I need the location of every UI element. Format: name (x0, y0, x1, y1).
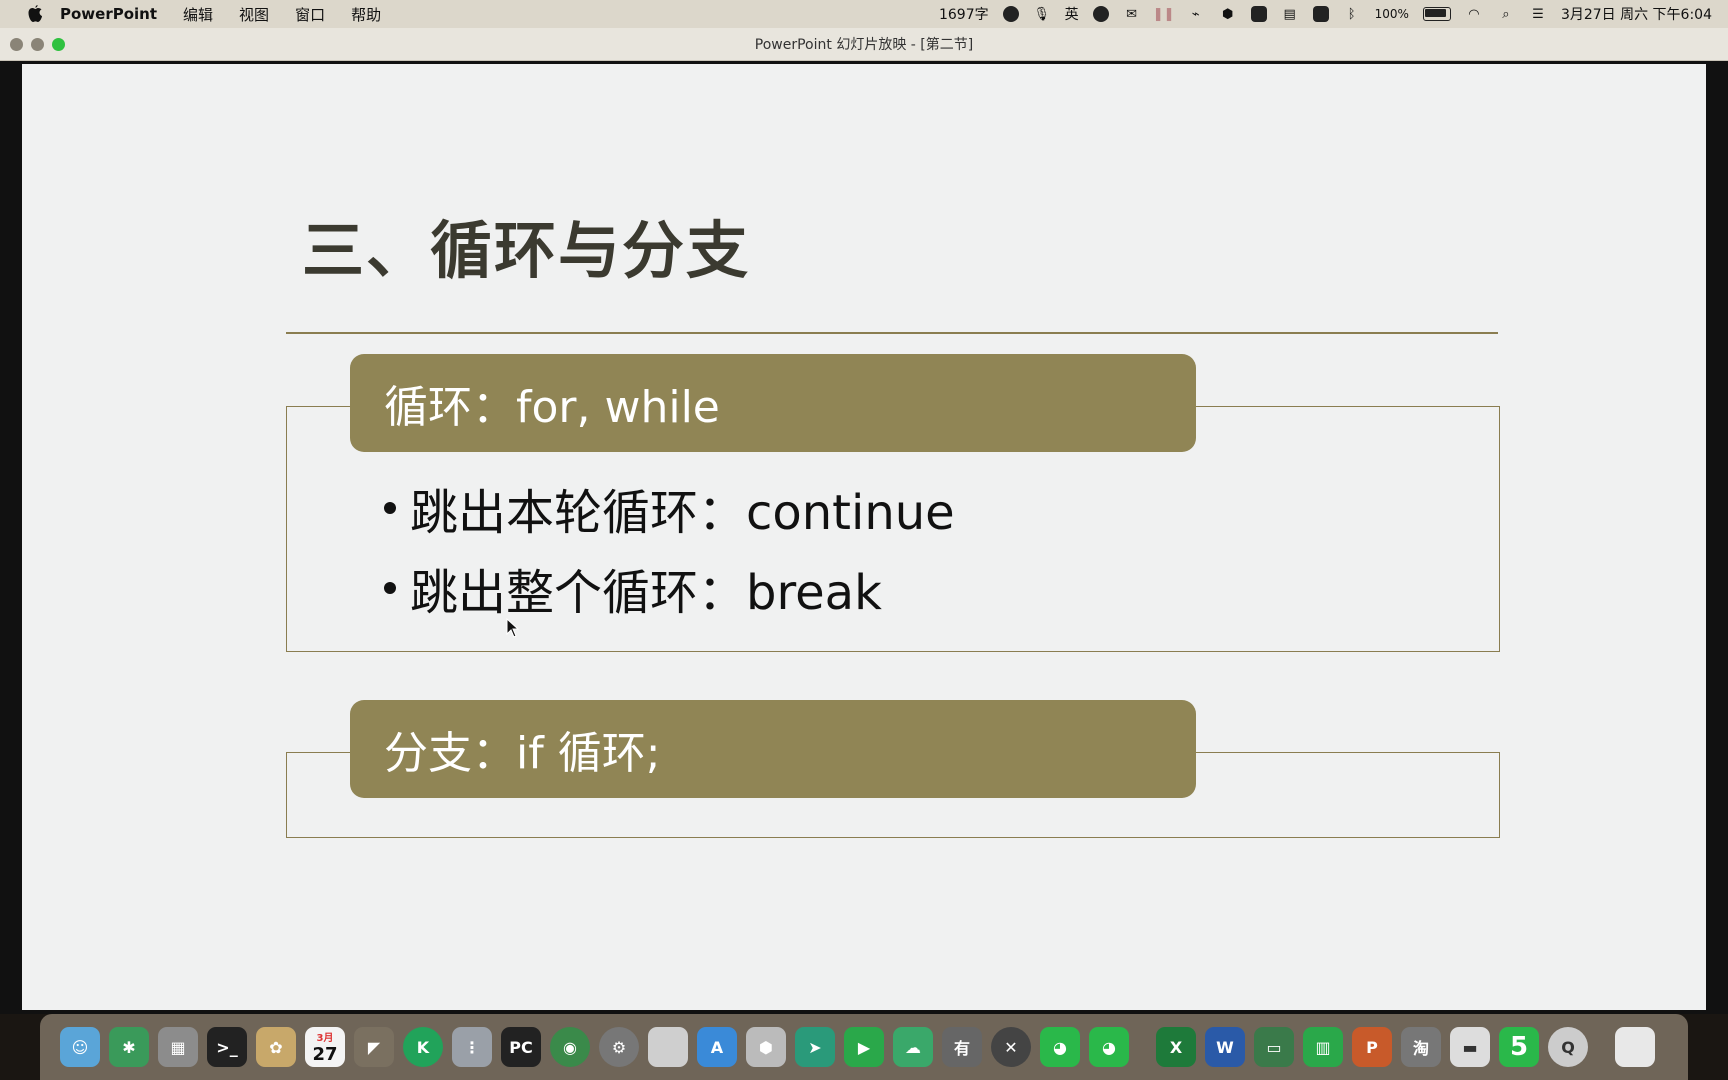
minimize-button[interactable] (31, 38, 44, 51)
hexagon-icon[interactable]: ⬢ (1219, 6, 1237, 22)
tencent-video-icon[interactable]: ▶ (844, 1027, 884, 1067)
wechat-icon[interactable]: ◕ (1040, 1027, 1080, 1067)
status-area: 1697字 🎙 英 ✉ ❚❚ ⌁ ⬢ ▤ ᛒ 100% ◠ ⌕ ☰ 3月27日 … (939, 0, 1712, 28)
dock: ☺ ✱ ▦ >_ ✿ 3月 27 ◤ K ⋮ PC ◉ ⚙ A ⬢ ➤ ▶ ☁ … (40, 1014, 1688, 1080)
microphone-icon[interactable]: 🎙 (1033, 6, 1051, 22)
notes-icon[interactable]: ⋮ (452, 1027, 492, 1067)
title-bar: PowerPoint 幻灯片放映 - [第二节] (0, 28, 1728, 61)
apple-icon[interactable] (26, 5, 44, 23)
battery-percent: 100% (1374, 7, 1409, 21)
taobao-icon[interactable]: 淘 (1401, 1027, 1441, 1067)
mail-icon[interactable]: ✉ (1123, 6, 1141, 22)
bullet-dot (384, 582, 396, 594)
quicktime-icon[interactable]: Q (1548, 1027, 1588, 1067)
menu-edit[interactable]: 编辑 (183, 4, 213, 25)
tray-icon[interactable]: ▤ (1281, 6, 1299, 22)
powerpoint-icon[interactable]: P (1352, 1027, 1392, 1067)
mindmap-icon[interactable]: ✱ (109, 1027, 149, 1067)
baidu-netdisk-icon[interactable]: ☁ (893, 1027, 933, 1067)
launchpad-icon[interactable]: ▦ (158, 1027, 198, 1067)
youdao-icon[interactable]: 有 (942, 1027, 982, 1067)
folder-icon[interactable] (648, 1027, 688, 1067)
slide-title: 三、循环与分支 (302, 214, 751, 287)
control-center-icon[interactable]: ☰ (1529, 6, 1547, 22)
chrome-icon[interactable]: ◉ (550, 1027, 590, 1067)
numbers-icon[interactable]: ▥ (1303, 1027, 1343, 1067)
calendar-month: 3月 (316, 1033, 334, 1044)
battery-icon[interactable] (1422, 7, 1451, 21)
wechat-work-icon[interactable]: ◕ (1089, 1027, 1129, 1067)
hexagon-app-icon[interactable]: ⬢ (746, 1027, 786, 1067)
menu-bar: PowerPoint 编辑 视图 窗口 帮助 1697字 🎙 英 ✉ ❚❚ ⌁ … (0, 0, 1728, 28)
stop-icon[interactable] (1092, 6, 1109, 22)
calendar-icon[interactable]: 3月 27 (305, 1027, 345, 1067)
pycharm-icon[interactable]: PC (501, 1027, 541, 1067)
loop-header-text: 循环：for, while (384, 382, 720, 433)
finder-icon[interactable]: ☺ (60, 1027, 100, 1067)
preview-icon[interactable]: ◤ (354, 1027, 394, 1067)
menu-view[interactable]: 视图 (239, 4, 269, 25)
photos-icon[interactable]: ✿ (256, 1027, 296, 1067)
bullet-text: 跳出整个循环：break (410, 565, 882, 621)
app-store-icon[interactable]: A (697, 1027, 737, 1067)
word-icon[interactable]: W (1205, 1027, 1245, 1067)
search-icon[interactable]: ⌕ (1497, 6, 1515, 22)
terminal-icon[interactable]: >_ (207, 1027, 247, 1067)
record-icon[interactable] (1002, 6, 1019, 22)
pause-icon[interactable]: ❚❚ (1153, 6, 1175, 22)
system-preferences-icon[interactable]: ⚙ (599, 1027, 639, 1067)
branch-header-text: 分支：if 循环; (384, 728, 661, 779)
excel-icon[interactable]: X (1156, 1027, 1196, 1067)
signal-icon[interactable]: ⌁ (1187, 6, 1205, 22)
title-divider (286, 332, 1498, 334)
bullet-dot (384, 502, 396, 514)
five-app-icon[interactable]: 5 (1499, 1027, 1539, 1067)
kugou-icon[interactable]: K (403, 1027, 443, 1067)
fullscreen-button[interactable] (52, 38, 65, 51)
menu-help[interactable]: 帮助 (351, 4, 381, 25)
slide[interactable]: 三、循环与分支 循环：for, while 跳出本轮循环：continue 跳出… (22, 64, 1706, 1010)
word-count[interactable]: 1697字 (939, 4, 989, 24)
menu-window[interactable]: 窗口 (295, 4, 325, 25)
bullet-continue: 跳出本轮循环：continue (384, 478, 955, 541)
disk-icon[interactable]: ▬ (1450, 1027, 1490, 1067)
window-title: PowerPoint 幻灯片放映 - [第二节] (754, 37, 974, 53)
trash-icon[interactable] (1615, 1027, 1655, 1067)
feishu-icon[interactable]: ➤ (795, 1027, 835, 1067)
s-app-icon[interactable] (1312, 6, 1329, 22)
loop-header: 循环：for, while (350, 354, 1196, 452)
teamviewer-icon[interactable]: ✕ (991, 1027, 1031, 1067)
bluetooth-icon[interactable]: ᛒ (1343, 6, 1361, 22)
bullet-break: 跳出整个循环：break (384, 558, 882, 621)
keynote-icon[interactable]: ▭ (1254, 1027, 1294, 1067)
bullet-text: 跳出本轮循环：continue (410, 485, 955, 541)
clock[interactable]: 3月27日 周六 下午6:04 (1561, 4, 1712, 24)
branch-header: 分支：if 循环; (350, 700, 1196, 798)
wifi-icon[interactable]: ◠ (1465, 6, 1483, 22)
powerpoint-window: PowerPoint 幻灯片放映 - [第二节] 三、循环与分支 循环：for,… (0, 28, 1728, 1014)
close-button[interactable] (10, 38, 23, 51)
calendar-day: 27 (312, 1044, 338, 1065)
app-menu-powerpoint[interactable]: PowerPoint (60, 5, 157, 23)
grid-icon[interactable] (1250, 6, 1267, 22)
input-method[interactable]: 英 (1065, 4, 1079, 24)
